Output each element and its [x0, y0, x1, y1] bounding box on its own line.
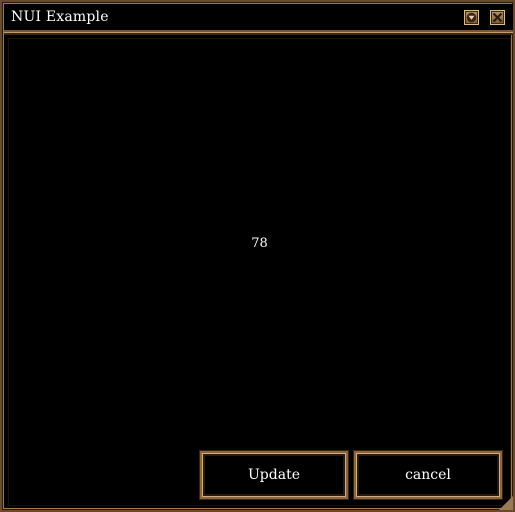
- collapse-button[interactable]: [464, 10, 479, 25]
- title-bar[interactable]: NUI Example: [4, 4, 513, 32]
- close-icon: [492, 12, 503, 23]
- update-button[interactable]: Update: [200, 451, 348, 499]
- close-button[interactable]: [490, 10, 505, 25]
- resize-grip[interactable]: [499, 496, 513, 510]
- collapse-icon: [466, 12, 477, 23]
- nui-example-window: NUI Example 78 Update cancel: [0, 0, 515, 512]
- cancel-button[interactable]: cancel: [354, 451, 502, 499]
- window-title: NUI Example: [11, 9, 109, 25]
- value-label: 78: [251, 236, 268, 251]
- content-panel: 78 Update cancel: [8, 38, 511, 506]
